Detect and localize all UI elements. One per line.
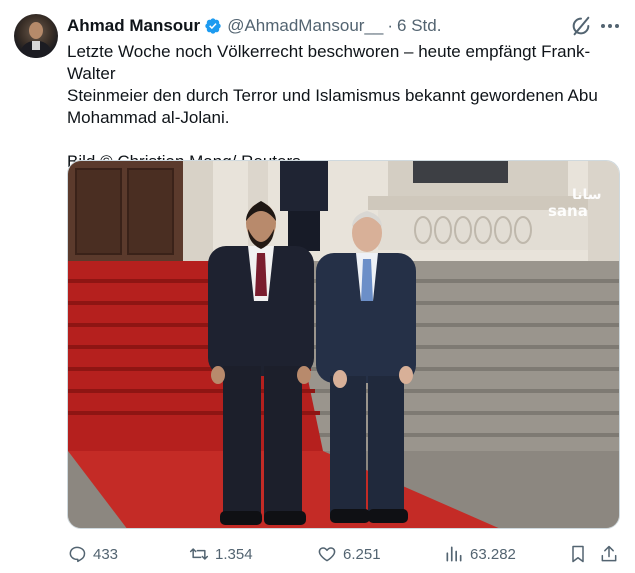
share-button[interactable] [599, 542, 619, 566]
column-right [588, 161, 619, 261]
tweet-header: Ahmad Mansour @AhmadMansour__ · 6 Std. [67, 15, 441, 37]
grok-icon[interactable] [570, 15, 592, 37]
door-panel-left [75, 168, 122, 255]
tweet-photo[interactable]: سانا sana [67, 160, 620, 529]
man-left [208, 201, 314, 525]
author-name[interactable]: Ahmad Mansour [67, 16, 200, 36]
tweet-text-line: Letzte Woche noch Völkerrecht beschworen… [67, 42, 591, 83]
views-button[interactable]: 63.282 [444, 542, 516, 566]
tweet-text-line: Steinmeier den durch Terror und Islamism… [67, 86, 598, 105]
more-dot [601, 24, 605, 28]
views-icon [446, 546, 462, 562]
action-bar: 433 1.354 6.251 63.282 [67, 542, 623, 566]
more-icon[interactable] [598, 15, 622, 37]
author-handle[interactable]: @AhmadMansour__ [227, 16, 383, 36]
reply-icon [69, 546, 86, 563]
avatar-collar [32, 41, 40, 50]
reply-count: 433 [93, 545, 119, 563]
repost-button[interactable]: 1.354 [189, 542, 253, 566]
man-right [316, 211, 416, 523]
tweet[interactable]: Ahmad Mansour @AhmadMansour__ · 6 Std. L… [0, 0, 635, 573]
repost-count: 1.354 [215, 545, 253, 563]
window-glass [413, 161, 508, 183]
door-frame [183, 161, 213, 261]
bookmark-button[interactable] [568, 542, 588, 566]
verified-badge-icon [204, 17, 222, 35]
guard-legs [288, 211, 320, 251]
bookmark-icon [572, 545, 584, 563]
heart-icon [318, 547, 336, 562]
more-dot [608, 24, 612, 28]
door-panel-right [127, 168, 174, 255]
like-button[interactable]: 6.251 [317, 542, 381, 566]
photo-scene: سانا sana [68, 161, 619, 528]
views-count: 63.282 [470, 545, 516, 563]
guard-coat [280, 161, 328, 211]
share-icon [601, 545, 617, 562]
reply-button[interactable]: 433 [67, 542, 118, 566]
avatar[interactable] [14, 14, 58, 58]
more-dot [615, 24, 619, 28]
svg-text:سانا: سانا [572, 187, 602, 203]
separator-dot: · [387, 16, 394, 35]
avatar-face [29, 22, 43, 39]
tweet-text-line: Mohammad al-Jolani. [67, 108, 230, 127]
repost-icon [189, 548, 209, 560]
timestamp[interactable]: 6 Std. [397, 16, 441, 36]
like-count: 6.251 [343, 545, 381, 563]
watermark-text: sana [548, 202, 588, 220]
tweet-text: Letzte Woche noch Völkerrecht beschworen… [67, 41, 627, 173]
